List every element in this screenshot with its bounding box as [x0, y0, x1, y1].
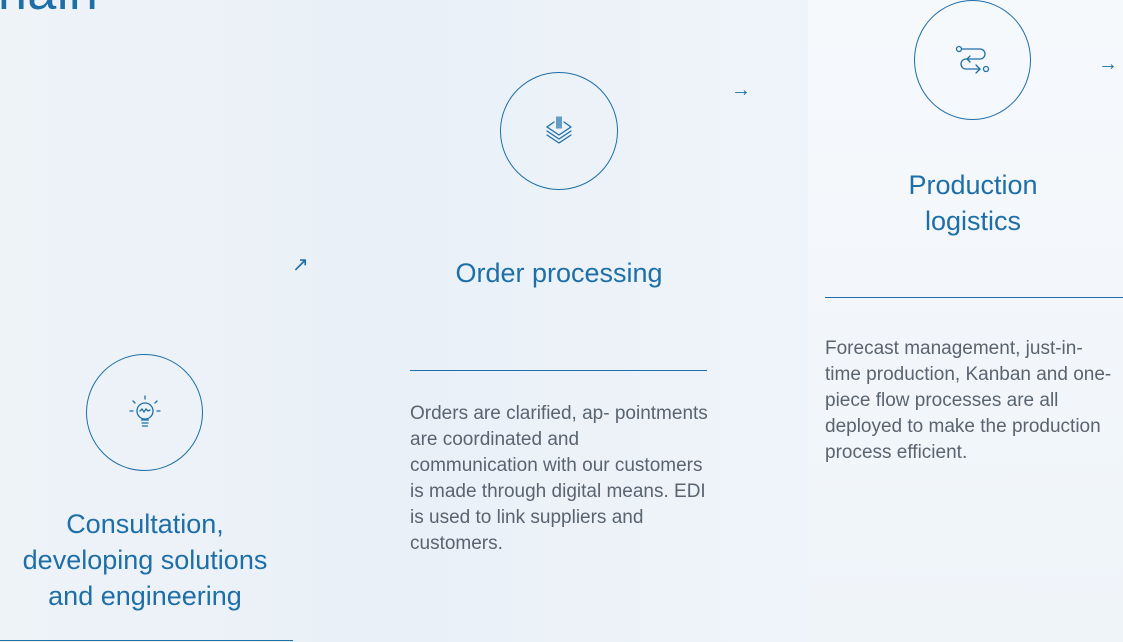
step-order-processing-description: Orders are clarified, ap- pointments are… [410, 403, 708, 554]
step-production-logistics-description: Forecast management, just-in-time produc… [825, 338, 1112, 463]
route-icon [954, 43, 992, 77]
step-order-processing-title: Order processing [455, 258, 663, 288]
arrow-right-icon: → [1098, 53, 1118, 75]
step-consultation-icon-circle [86, 354, 203, 471]
lightbulb-icon [127, 393, 163, 433]
arrow-up-right-icon: ↗ [292, 254, 309, 276]
arrow-right-icon: → [731, 79, 751, 101]
step-production-logistics-title: Production logistics [908, 170, 1038, 236]
layers-icon [542, 114, 576, 148]
page-title: nain [0, 0, 98, 22]
step-order-processing-icon-circle [500, 72, 618, 190]
step-production-logistics-icon-circle [914, 0, 1031, 120]
step-production-logistics-divider [825, 297, 1123, 298]
step-consultation-title: Consultation, developing solutions and e… [22, 509, 268, 611]
step-order-processing-divider [410, 370, 707, 371]
step-consultation-divider [0, 640, 293, 641]
